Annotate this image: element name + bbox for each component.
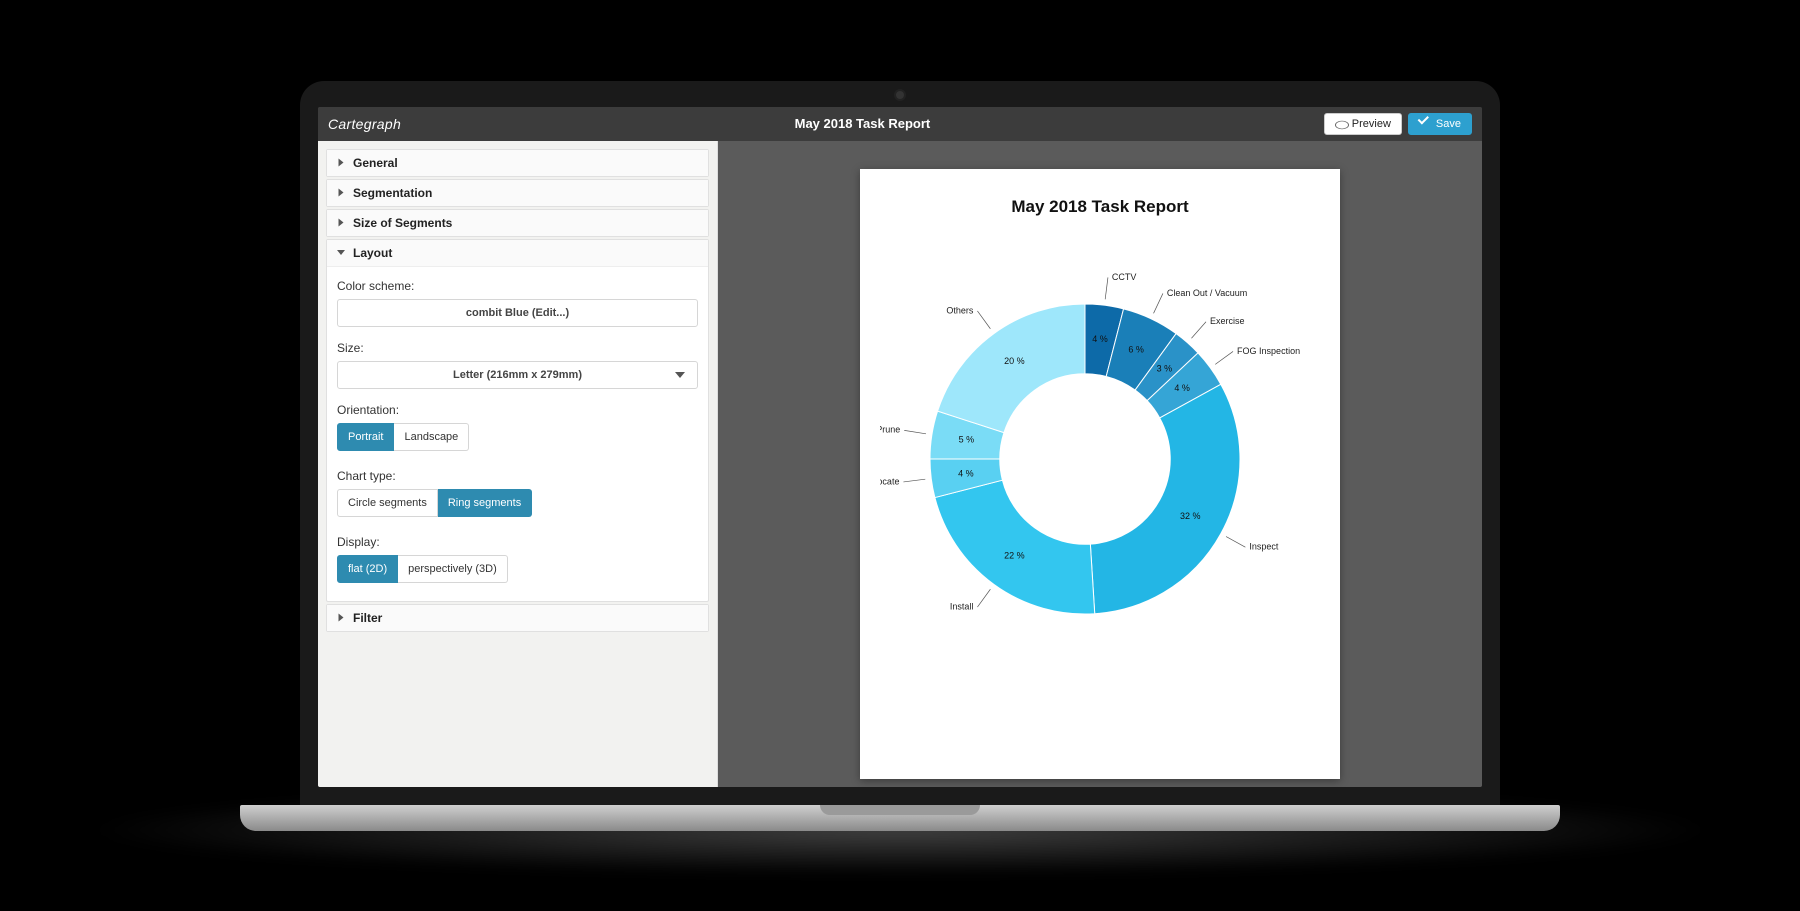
slice-percent-label: 4 % — [958, 468, 974, 478]
preview-button-label: Preview — [1352, 118, 1391, 130]
accordion-filter[interactable]: Filter — [326, 604, 709, 632]
size-select-value: Letter (216mm x 279mm) — [453, 369, 582, 381]
display-label: Display: — [337, 535, 698, 549]
accordion-header-segmentation[interactable]: Segmentation — [327, 180, 708, 206]
accordion-header-general[interactable]: General — [327, 150, 708, 176]
leader-line — [1105, 277, 1108, 299]
eye-icon — [1335, 118, 1347, 130]
donut-slice — [935, 480, 1095, 614]
app-screen: Cartegraph May 2018 Task Report Preview … — [318, 107, 1482, 787]
slice-percent-label: 20 % — [1004, 356, 1025, 366]
accordion-label: Filter — [353, 611, 382, 625]
app-header: Cartegraph May 2018 Task Report Preview … — [318, 107, 1482, 141]
page-title: May 2018 Task Report — [401, 116, 1324, 131]
accordion-layout[interactable]: Layout Color scheme: combit Blue (Edit..… — [326, 239, 709, 602]
accordion-segmentation[interactable]: Segmentation — [326, 179, 709, 207]
accordion-header-filter[interactable]: Filter — [327, 605, 708, 631]
save-button-label: Save — [1436, 118, 1461, 130]
brand-logo: Cartegraph — [328, 116, 401, 132]
save-button[interactable]: Save — [1408, 113, 1472, 135]
donut-slice — [1090, 384, 1240, 613]
accordion-header-layout[interactable]: Layout — [327, 240, 708, 266]
check-icon — [1419, 118, 1431, 130]
accordion-general[interactable]: General — [326, 149, 709, 177]
chevron-down-icon — [675, 372, 685, 378]
laptop-screen-bezel: Cartegraph May 2018 Task Report Preview … — [300, 81, 1500, 805]
leader-line — [1215, 351, 1233, 364]
orientation-toggle: Portrait Landscape — [337, 423, 698, 451]
display-toggle: flat (2D) perspectively (3D) — [337, 555, 698, 583]
chart-type-label: Chart type: — [337, 469, 698, 483]
slice-name-label: Install — [950, 601, 974, 611]
slice-name-label: Inspect — [1249, 541, 1279, 551]
chevron-right-icon — [339, 614, 344, 622]
donut-chart: 4 % CCTV 6 % Clean Out / Vacuum 3 % Exercise 4… — [880, 239, 1320, 679]
chart-container: 4 % CCTV 6 % Clean Out / Vacuum 3 % Exercise 4… — [878, 239, 1322, 679]
report-canvas[interactable]: May 2018 Task Report 4 % CCTV 6 % Clean Out… — [718, 141, 1482, 787]
report-page: May 2018 Task Report 4 % CCTV 6 % Clean Out… — [860, 169, 1340, 779]
slice-percent-label: 22 % — [1004, 550, 1025, 560]
display-option-3d[interactable]: perspectively (3D) — [398, 555, 508, 583]
slice-name-label: CCTV — [1112, 271, 1137, 281]
slice-name-label: Clean Out / Vacuum — [1167, 287, 1247, 297]
slice-name-label: FOG Inspection — [1237, 345, 1300, 355]
slice-name-label: Others — [946, 305, 974, 315]
slice-percent-label: 32 % — [1180, 511, 1201, 521]
chevron-right-icon — [339, 189, 344, 197]
accordion-label: Size of Segments — [353, 216, 452, 230]
slice-name-label: Exercise — [1210, 316, 1245, 326]
laptop-mockup: Cartegraph May 2018 Task Report Preview … — [300, 81, 1500, 831]
slice-percent-label: 4 % — [1174, 382, 1190, 392]
display-option-flat[interactable]: flat (2D) — [337, 555, 398, 583]
accordion-label: Layout — [353, 246, 392, 260]
settings-sidebar: General Segmentation Size of Segments — [318, 141, 718, 787]
chevron-down-icon — [337, 250, 345, 255]
color-scheme-label: Color scheme: — [337, 279, 698, 293]
orientation-option-landscape[interactable]: Landscape — [394, 423, 469, 451]
work-area: General Segmentation Size of Segments — [318, 141, 1482, 787]
leader-line — [903, 479, 925, 482]
slice-name-label: Locate — [880, 476, 899, 486]
leader-line — [1191, 321, 1206, 338]
chevron-right-icon — [339, 159, 344, 167]
slice-percent-label: 4 % — [1092, 334, 1108, 344]
accordion-label: Segmentation — [353, 186, 432, 200]
chart-type-toggle: Circle segments Ring segments — [337, 489, 698, 517]
leader-line — [1226, 536, 1245, 547]
leader-line — [977, 589, 990, 607]
donut-slice — [938, 304, 1085, 433]
slice-percent-label: 6 % — [1128, 344, 1144, 354]
accordion-size-of-segments[interactable]: Size of Segments — [326, 209, 709, 237]
leader-line — [977, 310, 990, 328]
laptop-camera — [896, 91, 904, 99]
size-label: Size: — [337, 341, 698, 355]
leader-line — [904, 430, 926, 433]
laptop-base — [240, 805, 1560, 831]
slice-percent-label: 5 % — [959, 434, 975, 444]
chart-type-option-ring[interactable]: Ring segments — [438, 489, 532, 517]
chart-type-option-circle[interactable]: Circle segments — [337, 489, 438, 517]
orientation-option-portrait[interactable]: Portrait — [337, 423, 394, 451]
leader-line — [1154, 293, 1163, 313]
slice-name-label: Prune — [880, 424, 900, 434]
orientation-label: Orientation: — [337, 403, 698, 417]
accordion-body-layout: Color scheme: combit Blue (Edit...) Size… — [327, 266, 708, 601]
size-select[interactable]: Letter (216mm x 279mm) — [337, 361, 698, 389]
report-title: May 2018 Task Report — [878, 197, 1322, 217]
slice-percent-label: 3 % — [1157, 363, 1173, 373]
accordion-header-size-of-segments[interactable]: Size of Segments — [327, 210, 708, 236]
preview-button[interactable]: Preview — [1324, 113, 1402, 135]
chevron-right-icon — [339, 219, 344, 227]
accordion-label: General — [353, 156, 398, 170]
color-scheme-button[interactable]: combit Blue (Edit...) — [337, 299, 698, 327]
header-actions: Preview Save — [1324, 113, 1472, 135]
